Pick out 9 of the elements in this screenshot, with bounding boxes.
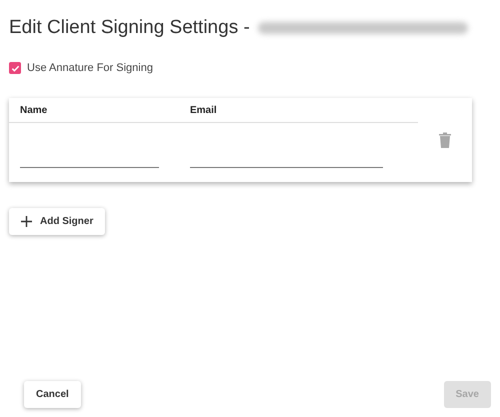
column-header: Email [189,104,218,116]
delete-icon[interactable] [438,132,452,148]
plus-icon [21,216,32,227]
dialog-title: Edit Client Signing Settings - [9,17,250,39]
column-header: Name [19,104,48,116]
checkbox[interactable] [9,62,21,74]
add-signer-button[interactable]: Add Signer [9,208,106,235]
cancel-button[interactable]: Cancel [24,381,81,408]
checkbox-label: Use Annature For Signing [27,62,153,74]
